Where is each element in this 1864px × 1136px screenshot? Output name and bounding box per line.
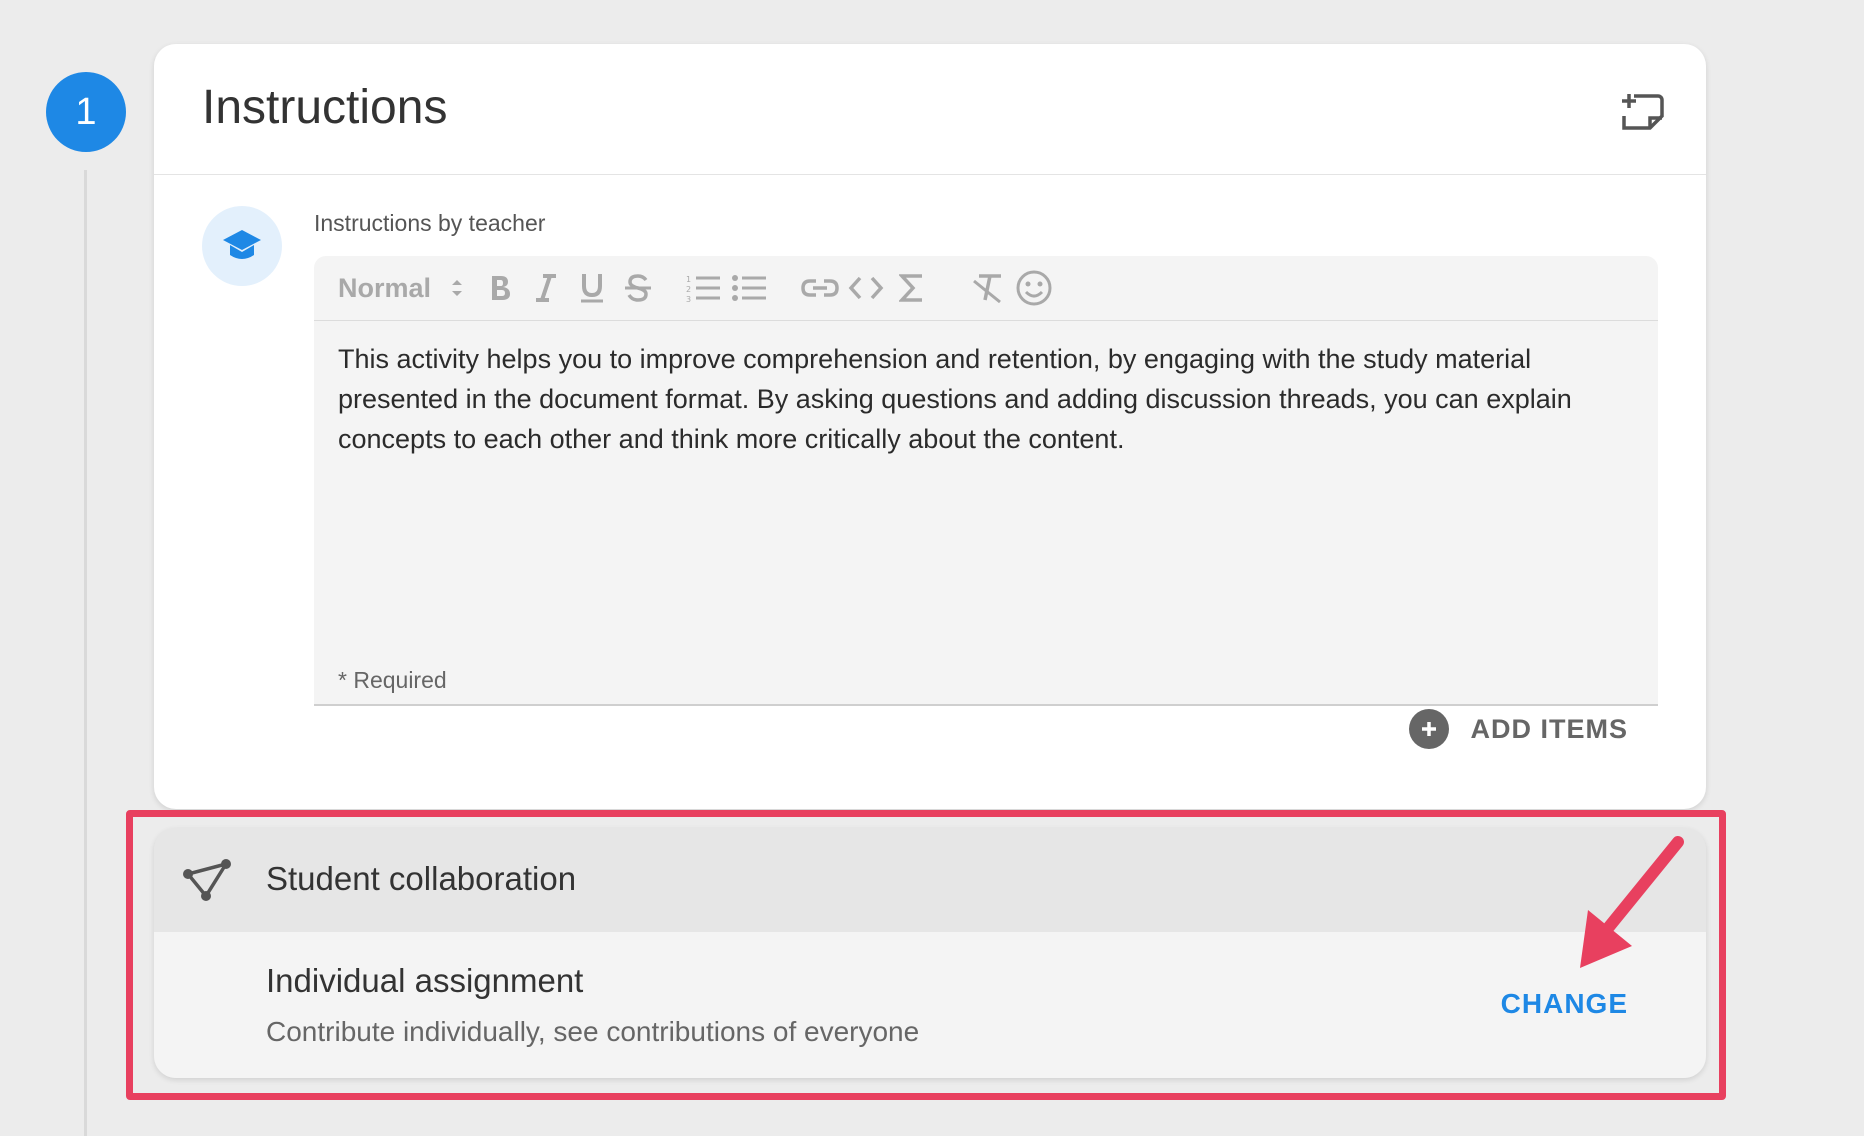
step-number: 1 [75,90,97,133]
card-title: Instructions [202,81,448,134]
step-rail [84,170,87,1136]
svg-text:3: 3 [686,295,691,303]
code-icon[interactable] [843,265,889,311]
format-select[interactable]: Normal [338,273,431,304]
card-header: Instructions [154,44,1706,175]
plus-circle-icon [1408,709,1449,749]
bullet-list-icon[interactable] [727,265,773,311]
highlight-box [126,810,1726,1100]
bold-icon[interactable] [477,265,523,311]
add-items-label: ADD ITEMS [1470,713,1628,744]
rich-text-editor[interactable]: Normal 123 This activity helps you to im… [314,256,1658,706]
teacher-icon [223,230,261,259]
emoji-icon[interactable] [1011,265,1057,311]
editor-toolbar: Normal 123 [314,256,1658,321]
formula-icon[interactable] [889,265,935,311]
editor-label: Instructions by teacher [314,210,546,236]
ordered-list-icon[interactable]: 123 [681,265,727,311]
chevron-updown-icon[interactable] [445,265,469,311]
link-icon[interactable] [797,265,843,311]
add-items-button[interactable]: ADD ITEMS [1408,709,1629,749]
required-hint: * Required [338,667,447,693]
clear-format-icon[interactable] [965,265,1011,311]
arrow-annotation [1580,836,1684,968]
editor-content[interactable]: This activity helps you to improve compr… [314,321,1658,459]
step-badge: 1 [46,72,126,152]
teacher-avatar [202,206,282,286]
italic-icon[interactable] [523,265,569,311]
instructions-card: Instructions Instructions by teacher Nor… [154,44,1706,809]
note-add-icon[interactable] [1620,88,1666,134]
underline-icon[interactable] [569,265,615,311]
svg-text:2: 2 [686,285,691,294]
svg-text:1: 1 [686,275,691,284]
strikethrough-icon[interactable] [615,265,661,311]
